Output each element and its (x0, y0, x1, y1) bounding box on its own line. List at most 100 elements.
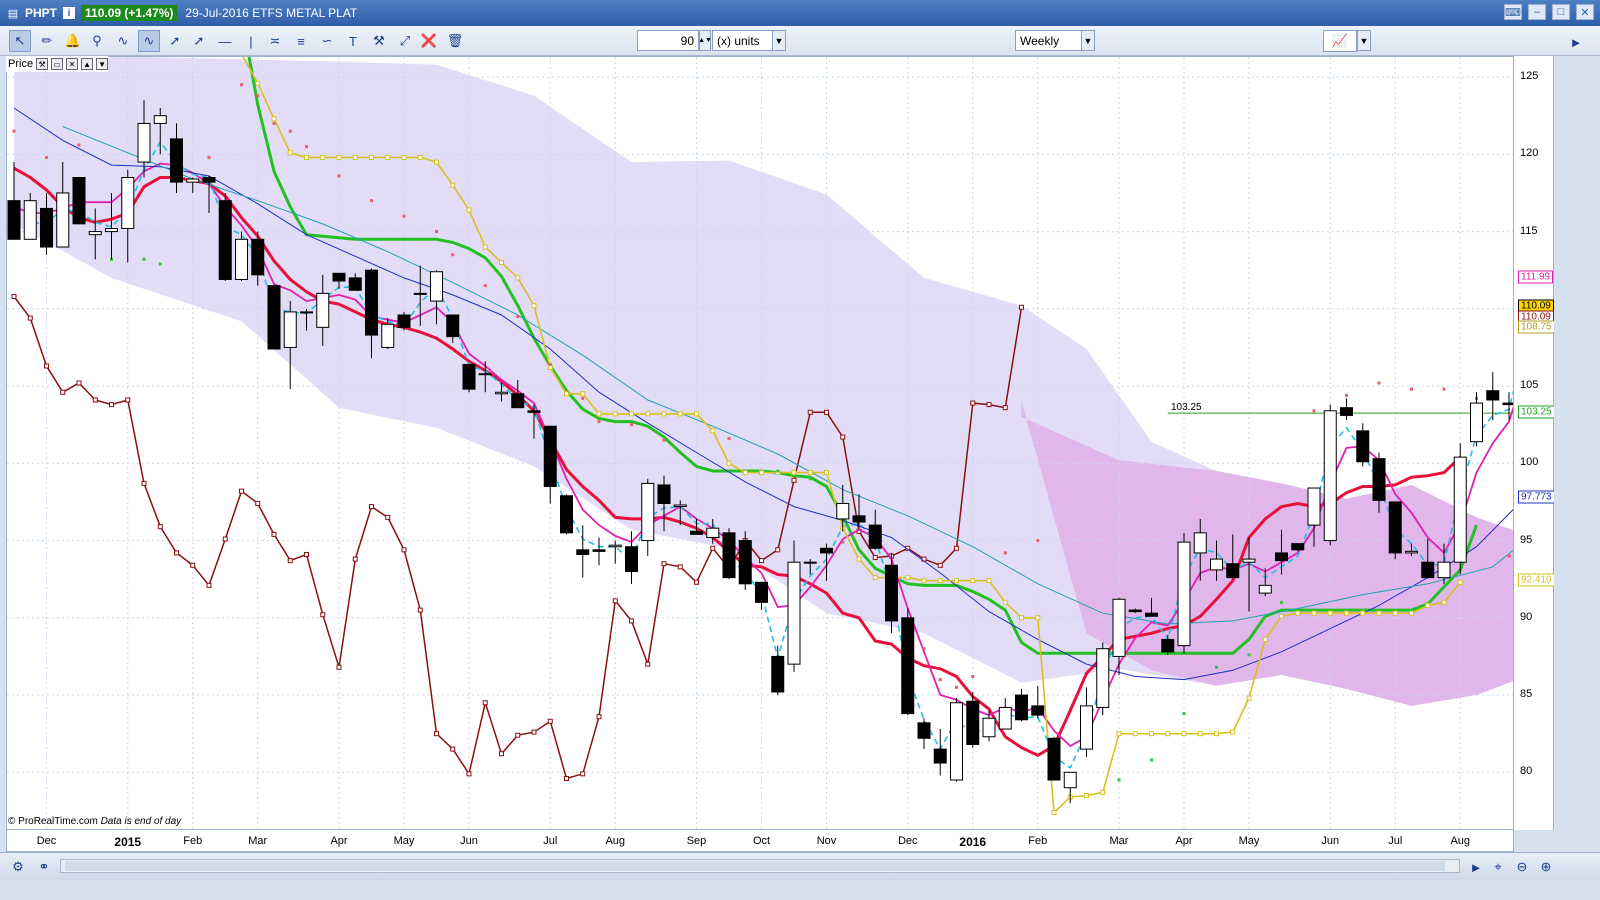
chart-window-icon[interactable]: ▤ (5, 6, 21, 20)
series-marker-chikou (466, 771, 472, 777)
series-marker-stepped (1327, 610, 1333, 616)
chart-style-icon[interactable]: 📈 (1323, 30, 1357, 52)
series-marker-chikou (336, 664, 342, 670)
series-marker-stepped (1311, 610, 1317, 616)
candle-body (1210, 558, 1223, 571)
cross-lines-icon[interactable]: ❌ (418, 30, 440, 52)
x-tick-label: Jun (460, 835, 478, 847)
series-marker-stepped (531, 303, 537, 309)
app-window: ▤ PHPT i 110.09 (+1.47%) 29-Jul-2016 ETF… (0, 0, 1600, 900)
time-axis[interactable]: Dec 2015 Feb Mar Apr May Jun Jul Aug Sep Oct Nov Dec… (6, 830, 1514, 852)
x-tick-label: 2016 (959, 835, 987, 849)
series-marker-chikou (970, 400, 976, 406)
candle-body (413, 292, 427, 295)
sar-dot (451, 253, 455, 257)
sar-dot (1377, 381, 1381, 385)
sar-dot (1442, 387, 1446, 391)
window-icon[interactable]: ▭ (51, 58, 64, 70)
horizontal-line-icon[interactable]: — (214, 30, 236, 52)
series-marker-stepped (677, 411, 683, 417)
units-spinner[interactable]: ▲▼ (698, 30, 712, 51)
units-dropdown-arrow[interactable]: ▼ (772, 30, 786, 51)
x-tick-label: Aug (1450, 835, 1471, 847)
series-marker-chikou (677, 564, 683, 570)
tools-icon[interactable]: ⚒ (368, 30, 390, 52)
x-tick-label: Jun (1321, 835, 1340, 847)
zoom-out-icon[interactable]: ⊖ (1512, 857, 1532, 877)
ray-line-icon[interactable]: ➚ (188, 30, 210, 52)
units-select[interactable]: (x) units (712, 30, 776, 51)
wrench-icon[interactable]: ⚒ (36, 58, 49, 70)
alert-bell-icon[interactable]: 🔔 (62, 30, 84, 52)
zoom-in-icon[interactable]: ⊕ (1536, 857, 1556, 877)
series-marker-chikou (1002, 405, 1008, 411)
series-marker-stepped (856, 556, 862, 562)
zoom-fit-icon[interactable]: ⌖ (1488, 857, 1508, 877)
zoom-tool-icon[interactable]: ⚲ (86, 30, 108, 52)
candle-body (868, 524, 882, 549)
candle-body (218, 200, 232, 280)
candle-body (7, 200, 21, 240)
chart-settings-icon[interactable]: ⚙ (8, 857, 28, 877)
scroll-right-icon[interactable]: ► (1466, 857, 1486, 877)
trash-icon[interactable]: 🗑 (444, 30, 466, 52)
candle-body (917, 722, 931, 739)
pointer-tool-icon[interactable]: ↖ (9, 30, 31, 52)
move-down-icon[interactable]: ▼ (96, 58, 109, 70)
wave-icon[interactable]: ∽ (316, 30, 338, 52)
series-marker-stepped (970, 578, 976, 584)
candle-body (283, 311, 297, 348)
maximize-button[interactable]: □ (1552, 4, 1570, 20)
keyboard-icon[interactable]: ⌨ (1504, 4, 1522, 20)
series-marker-chikou (287, 558, 293, 564)
fibonacci-icon[interactable]: ≡ (290, 30, 312, 52)
series-marker-chikou (92, 397, 98, 403)
link-icon[interactable]: ⚭ (34, 857, 54, 877)
side-panel-toggle-icon[interactable]: ► (1566, 32, 1586, 52)
x-tick-label: Jul (1388, 835, 1403, 847)
sar-dot (630, 423, 633, 427)
units-input[interactable]: 90 (637, 30, 699, 51)
series-marker-stepped (791, 470, 797, 476)
price-panel-label: Price (8, 58, 34, 70)
ruler-tool-icon[interactable]: ✏ (36, 30, 58, 52)
y-tick-label: 90 (1520, 610, 1533, 623)
price-axis[interactable]: 80859095100105110115120125111.99110.0911… (1514, 56, 1555, 830)
indicator-green-icon[interactable]: ∿ (138, 30, 160, 52)
info-icon[interactable]: i (63, 7, 76, 19)
sar-dot (1312, 409, 1316, 413)
text-tool-icon[interactable]: T (342, 30, 364, 52)
time-scrollbar[interactable] (60, 859, 1460, 873)
candle-body (787, 561, 801, 665)
trendline-icon[interactable]: ➚ (164, 30, 186, 52)
minimize-button[interactable]: – (1528, 4, 1546, 20)
y-tick-label: 105 (1520, 379, 1539, 392)
arrows-icon[interactable]: ⤢ (394, 30, 416, 52)
chart-canvas[interactable]: 103.25 (7, 57, 1514, 830)
vertical-line-icon[interactable]: | (240, 30, 262, 52)
series-marker-stepped (726, 460, 732, 466)
candle-body (966, 700, 980, 745)
series-marker-chikou (190, 562, 196, 568)
period-value: Weekly (1020, 33, 1060, 48)
period-select[interactable]: Weekly (1015, 30, 1085, 51)
channel-icon[interactable]: ≍ (264, 30, 286, 52)
price-chart[interactable]: 103.25 (6, 56, 1514, 830)
move-up-icon[interactable]: ▲ (81, 58, 94, 70)
sar-dot (1215, 665, 1218, 669)
series-marker-chikou (515, 732, 521, 738)
x-tick-label: 2015 (114, 835, 142, 849)
close-panel-icon[interactable]: ✕ (66, 58, 79, 70)
chart-style-dropdown[interactable]: ▼ (1357, 30, 1371, 51)
series-marker-stepped (1149, 731, 1154, 737)
scrollbar-thumb[interactable] (65, 861, 1445, 871)
candle-body (56, 192, 70, 248)
series-marker-stepped (369, 154, 374, 160)
copyright-label: © ProRealTime.com (8, 816, 98, 827)
period-dropdown-arrow[interactable]: ▼ (1081, 30, 1095, 51)
series-marker-stepped (482, 244, 488, 250)
indicator-red-icon[interactable]: ∿ (112, 30, 134, 52)
close-button[interactable]: ✕ (1576, 4, 1594, 20)
y-tick-label: 120 (1520, 147, 1539, 160)
x-tick-label: Apr (330, 835, 348, 847)
